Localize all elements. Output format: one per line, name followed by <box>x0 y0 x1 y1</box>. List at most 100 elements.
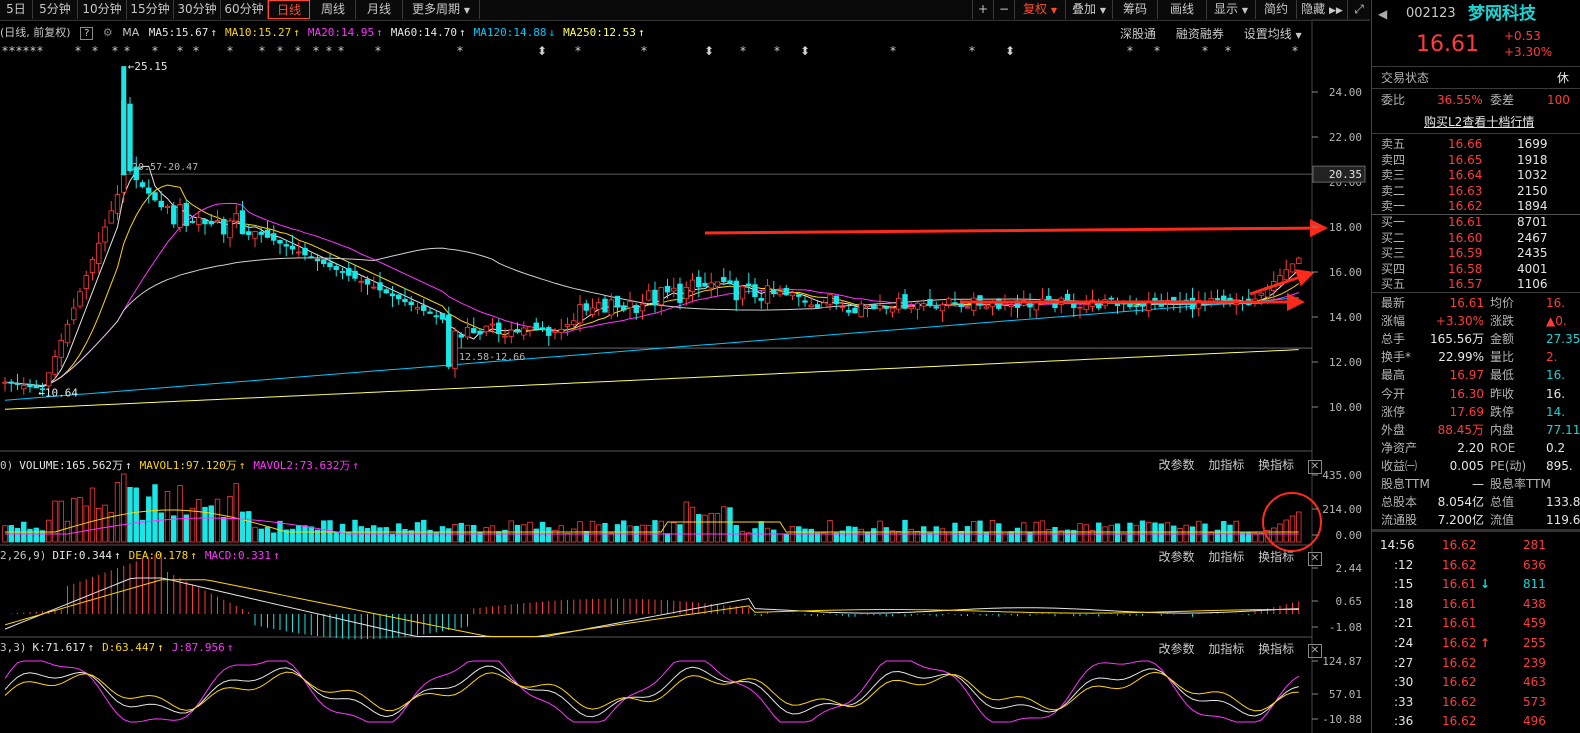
event-marker-icon: * <box>375 44 381 58</box>
candle-body <box>946 298 952 306</box>
buy-l2-link[interactable]: 购买L2查看十档行情 <box>1424 113 1534 131</box>
price-block: 16.61 +0.53 +3.30% <box>1372 29 1580 60</box>
volume-bar <box>908 528 914 543</box>
event-marker-icon: * <box>259 44 265 58</box>
tick-time: :15 <box>1394 577 1414 592</box>
candle-body <box>352 270 358 279</box>
close-icon[interactable]: ✕ <box>1308 552 1322 566</box>
candle-body <box>927 298 933 306</box>
j-line <box>4 660 1300 723</box>
volume-bar <box>996 523 1002 543</box>
close-icon[interactable]: ✕ <box>1308 460 1322 474</box>
volume-bar <box>1114 523 1121 543</box>
volume-bar <box>1177 528 1183 543</box>
event-marker-icon: * <box>740 44 746 58</box>
stat-label: 流值 <box>1490 513 1515 528</box>
stat-row: 股息TTM — 股息率TTM <box>1372 475 1580 493</box>
order-price: 16.63 <box>1448 183 1483 198</box>
tick-row: :21 16.61 459 <box>1372 614 1580 632</box>
stock-title: ◀ 002123 梦网科技 <box>1372 4 1580 24</box>
event-marker-icon: ⬍ <box>537 44 547 58</box>
change-params-button[interactable]: 改参数 <box>1158 458 1194 472</box>
candle-body <box>1139 303 1146 307</box>
stat-label: 昨收 <box>1490 386 1515 401</box>
candle-body <box>702 282 708 287</box>
event-marker-icon: ⬍ <box>704 44 714 58</box>
candle-body <box>221 218 227 235</box>
divider <box>1372 133 1580 134</box>
candle-body <box>333 266 339 270</box>
switch-indicator-button[interactable]: 换指标 <box>1258 458 1294 472</box>
candle-body <box>296 251 302 254</box>
buy-order-row: 买五 16.57 1106 <box>1372 276 1580 292</box>
volume-bar <box>1014 527 1021 543</box>
change-params-button[interactable]: 改参数 <box>1158 550 1194 564</box>
candle-body <box>764 285 771 304</box>
stat-label: 换手* <box>1381 350 1412 365</box>
event-marker-icon: * <box>890 44 896 58</box>
l2-link-row: 购买L2查看十档行情 <box>1372 113 1580 131</box>
stat-label: ROE <box>1490 440 1516 455</box>
stat-value: 14. <box>1546 404 1566 419</box>
order-price: 16.64 <box>1448 168 1483 182</box>
add-indicator-button[interactable]: 加指标 <box>1208 642 1244 656</box>
volume-bar <box>989 520 996 543</box>
candle-body <box>208 220 214 225</box>
trend-arrow-icon: ↑ <box>226 641 234 654</box>
buy-order-row: 买四 16.58 4001 <box>1372 261 1580 277</box>
stat-label: 均价 <box>1490 296 1515 310</box>
price-change-pct: +3.30% <box>1504 45 1553 59</box>
volume-bar <box>258 528 264 543</box>
stat-label: 涨幅 <box>1381 314 1406 329</box>
event-marker-icon: * <box>124 44 130 58</box>
candle-body <box>608 299 614 316</box>
candle-body <box>258 231 264 235</box>
add-indicator-button[interactable]: 加指标 <box>1208 458 1244 472</box>
change-params-button[interactable]: 改参数 <box>1158 642 1194 656</box>
candle-body <box>858 303 864 318</box>
event-marker-icon: * <box>2 44 8 58</box>
order-volume: 2150 <box>1517 183 1548 198</box>
candle-body <box>752 284 758 298</box>
candle-body <box>802 300 808 303</box>
stat-value: 16.97 <box>1449 368 1484 383</box>
candle-body <box>183 202 189 226</box>
add-indicator-button[interactable]: 加指标 <box>1208 550 1244 564</box>
volume-bar <box>602 522 608 543</box>
candle-body <box>89 258 96 273</box>
volume-bar <box>33 527 39 543</box>
candle-body <box>52 356 58 375</box>
collapse-arrow-icon[interactable]: ◀ <box>1378 4 1387 24</box>
volume-bar <box>252 526 258 543</box>
stat-value: 77.11 <box>1546 422 1580 437</box>
event-marker-icon: * <box>23 44 29 58</box>
tick-row: :33 16.62 573 <box>1372 693 1580 711</box>
candle-body <box>83 275 89 289</box>
candle-body <box>877 304 883 310</box>
kline-chart[interactable]: * * * * * * * * * * * * * * * * * * * * * * ⬍ * * ⬍ * * ⬍ * * ⬍ * * * * * ←2… <box>0 0 1370 733</box>
volume-bar <box>64 520 71 543</box>
candle-body <box>8 381 14 384</box>
stat-label: 总股本 <box>1381 495 1418 510</box>
order-price: 16.62 <box>1448 199 1483 213</box>
candle-body <box>1133 305 1139 307</box>
switch-indicator-button[interactable]: 换指标 <box>1258 642 1294 656</box>
ma5-line <box>4 165 1300 388</box>
kdj-value: J:87.956 <box>171 641 225 654</box>
volume-bar <box>771 529 777 543</box>
macd-value: DIF:0.344 <box>52 549 112 562</box>
volume-bar <box>139 519 146 543</box>
volume-bar <box>52 500 58 543</box>
switch-indicator-button[interactable]: 换指标 <box>1258 550 1294 564</box>
volume-bar <box>902 519 908 543</box>
stat-label: 内盘 <box>1490 422 1515 437</box>
volume-bar <box>1202 523 1208 543</box>
volume-bar <box>89 487 96 543</box>
candle-body <box>202 219 208 225</box>
tick-volume: 463 <box>1523 675 1546 690</box>
volume-tick-label: 214.00 <box>1322 503 1362 516</box>
volume-bar <box>1277 523 1283 543</box>
price-tick-label: 18.00 <box>1329 221 1362 234</box>
kdj-panel-buttons: 改参数 加指标 换指标 ✕ <box>1148 640 1322 658</box>
close-icon[interactable]: ✕ <box>1308 644 1322 658</box>
